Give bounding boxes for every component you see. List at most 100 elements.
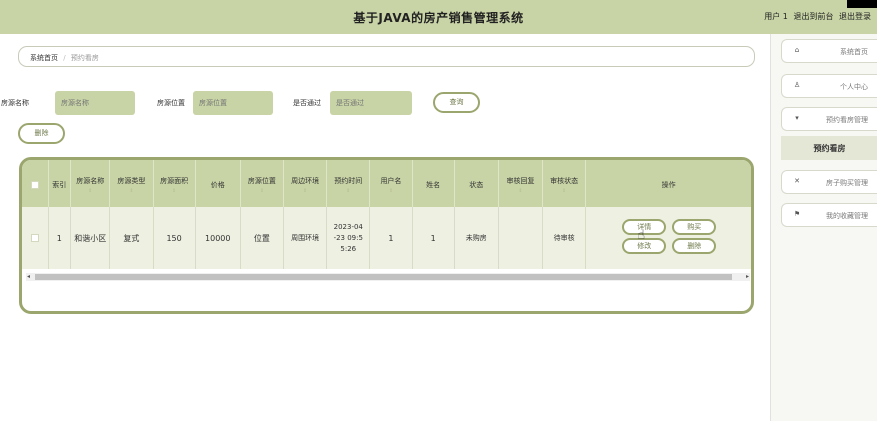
cell-review-status: 待审核 bbox=[543, 207, 587, 269]
appointment-table: 索引 房源名称 ⇕ 房源类型 ⇕ 房源面积 ⇕ 价格 房源位置 ⇕ 周边环境 ⇕… bbox=[19, 157, 754, 314]
cart-icon: ✕ bbox=[794, 177, 800, 185]
cell-status: 未购房 bbox=[455, 207, 499, 269]
table-row: 1 和谐小区 复式 150 10000 位置 周围环境 2023-04 -23 … bbox=[22, 207, 751, 269]
header-name[interactable]: 姓名 bbox=[413, 160, 455, 207]
cell-username: 1 bbox=[370, 207, 413, 269]
header-name-label: 姓名 bbox=[426, 180, 441, 189]
breadcrumb: 系统首页 / 预约看房 bbox=[18, 46, 755, 67]
header-appointment-time-label: 预约时间 bbox=[334, 176, 363, 185]
header-surroundings[interactable]: 周边环境 ⇕ bbox=[284, 160, 328, 207]
cell-house-area: 150 bbox=[154, 207, 196, 269]
scrollbar-thumb[interactable] bbox=[35, 274, 732, 280]
header-house-type[interactable]: 房源类型 ⇕ bbox=[110, 160, 154, 207]
sort-icon[interactable]: ⇕ bbox=[303, 188, 307, 194]
breadcrumb-home[interactable]: 系统首页 bbox=[30, 54, 58, 62]
header-surroundings-label: 周边环境 bbox=[291, 176, 320, 185]
sort-icon[interactable]: ⇕ bbox=[129, 188, 133, 194]
sort-icon[interactable]: ⇕ bbox=[518, 188, 522, 194]
sort-icon[interactable]: ⇕ bbox=[389, 188, 393, 194]
top-bar: 基于JAVA的房产销售管理系统 用户 1 退出到前台 退出登录 bbox=[0, 0, 877, 34]
header-username-label: 用户名 bbox=[380, 176, 402, 185]
passed-label: 是否通过 bbox=[293, 99, 321, 107]
select-all-checkbox[interactable] bbox=[30, 180, 39, 189]
sidebar-item-label: 我的收藏管理 bbox=[826, 212, 868, 220]
sidebar-subitem-appointment[interactable]: 预约看房 bbox=[781, 136, 877, 160]
header-username[interactable]: 用户名 ⇕ bbox=[370, 160, 413, 207]
table-header: 索引 房源名称 ⇕ 房源类型 ⇕ 房源面积 ⇕ 价格 房源位置 ⇕ 周边环境 ⇕… bbox=[22, 160, 751, 207]
sort-icon[interactable]: ⇕ bbox=[88, 188, 92, 194]
scroll-left-icon[interactable]: ◂ bbox=[27, 273, 30, 280]
sidebar-item-favorites-mgmt[interactable]: ⚑ 我的收藏管理 bbox=[781, 203, 877, 227]
header-price-label: 价格 bbox=[210, 180, 225, 189]
flag-icon: ⚑ bbox=[793, 210, 801, 218]
calendar-icon: ▾ bbox=[795, 114, 799, 122]
cell-house-type: 复式 bbox=[110, 207, 154, 269]
window-corner bbox=[847, 0, 877, 8]
header-review-reply[interactable]: 审核回复 ⇕ bbox=[499, 160, 544, 207]
query-button[interactable]: 查询 bbox=[433, 92, 480, 113]
sidebar-item-label: 预约看房管理 bbox=[826, 116, 868, 124]
header-index: 索引 bbox=[49, 160, 72, 207]
header-house-location-label: 房源位置 bbox=[247, 176, 276, 185]
header-operation: 操作 bbox=[586, 160, 751, 207]
header-review-status[interactable]: 审核状态 ⇕ bbox=[543, 160, 587, 207]
sidebar-item-label: 系统首页 bbox=[840, 48, 868, 56]
batch-delete-button[interactable]: 删除 bbox=[18, 123, 65, 144]
breadcrumb-current: 预约看房 bbox=[70, 54, 99, 62]
appointment-time-line-2: -23 09:5 bbox=[333, 233, 363, 242]
header-house-name-label: 房源名称 bbox=[76, 176, 105, 185]
cell-index: 1 bbox=[49, 207, 72, 269]
cell-surroundings: 周围环境 bbox=[284, 207, 328, 269]
house-location-label: 房源位置 bbox=[157, 99, 185, 107]
header-house-type-label: 房源类型 bbox=[117, 176, 146, 185]
header-status[interactable]: 状态 bbox=[455, 160, 499, 207]
header-house-area[interactable]: 房源面积 ⇕ bbox=[154, 160, 196, 207]
sidebar: ⌂ 系统首页 ♙ 个人中心 ▾ 预约看房管理 预约看房 ✕ 房子购买管理 ⚑ 我… bbox=[770, 34, 877, 421]
app-title: 基于JAVA的房产销售管理系统 bbox=[353, 11, 524, 25]
row-checkbox[interactable] bbox=[30, 234, 39, 242]
hand-cursor-icon: ☝ bbox=[637, 228, 646, 243]
search-bar: 房源名称 房源位置 是否通过 查询 bbox=[0, 89, 770, 115]
appointment-time-line-3: 5:26 bbox=[340, 244, 357, 253]
house-name-input[interactable] bbox=[55, 91, 135, 115]
user-label: 用户 1 bbox=[764, 12, 788, 21]
sort-icon[interactable]: ⇕ bbox=[562, 188, 566, 194]
horizontal-scrollbar[interactable]: ◂ ▸ bbox=[26, 273, 750, 281]
header-operation-label: 操作 bbox=[661, 180, 676, 189]
buy-button[interactable]: 购买 bbox=[672, 219, 717, 235]
passed-select[interactable] bbox=[330, 91, 412, 115]
delete-button[interactable]: 删除 bbox=[672, 238, 717, 254]
user-area: 用户 1 退出到前台 退出登录 bbox=[761, 11, 871, 22]
home-icon: ⌂ bbox=[794, 46, 800, 54]
cell-name: 1 bbox=[413, 207, 455, 269]
scroll-right-icon[interactable]: ▸ bbox=[746, 273, 749, 280]
header-house-name[interactable]: 房源名称 ⇕ bbox=[71, 160, 111, 207]
header-status-label: 状态 bbox=[469, 180, 484, 189]
logout-link[interactable]: 退出登录 bbox=[839, 12, 871, 21]
header-price[interactable]: 价格 bbox=[196, 160, 241, 207]
sidebar-item-profile[interactable]: ♙ 个人中心 bbox=[781, 74, 877, 98]
header-house-location[interactable]: 房源位置 ⇕ bbox=[241, 160, 284, 207]
header-appointment-time[interactable]: 预约时间 ⇕ bbox=[327, 160, 371, 207]
user-icon: ♙ bbox=[793, 81, 801, 89]
header-index-label: 索引 bbox=[52, 180, 67, 189]
sort-icon[interactable]: ⇕ bbox=[346, 188, 350, 194]
sidebar-item-home[interactable]: ⌂ 系统首页 bbox=[781, 39, 877, 63]
row-select-cell bbox=[22, 207, 49, 269]
main-content: 系统首页 / 预约看房 房源名称 房源位置 是否通过 查询 删除 索引 房源名称… bbox=[0, 34, 770, 421]
sidebar-item-appointment-mgmt[interactable]: ▾ 预约看房管理 bbox=[781, 107, 877, 131]
house-location-input[interactable] bbox=[193, 91, 273, 115]
cell-operation: 详情 购买 修改 删除 ☝ bbox=[586, 207, 751, 269]
house-name-label: 房源名称 bbox=[1, 99, 29, 107]
cell-review-reply bbox=[499, 207, 544, 269]
sort-icon[interactable]: ⇕ bbox=[260, 188, 264, 194]
cell-house-location: 位置 bbox=[241, 207, 284, 269]
cell-house-name: 和谐小区 bbox=[71, 207, 111, 269]
sidebar-item-label: 房子购买管理 bbox=[826, 179, 868, 187]
sidebar-item-label: 个人中心 bbox=[840, 83, 868, 91]
sort-icon[interactable]: ⇕ bbox=[172, 188, 176, 194]
sidebar-item-purchase-mgmt[interactable]: ✕ 房子购买管理 bbox=[781, 170, 877, 194]
cell-price: 10000 bbox=[196, 207, 241, 269]
cell-appointment-time: 2023-04 -23 09:5 5:26 bbox=[327, 207, 371, 269]
back-to-front-link[interactable]: 退出到前台 bbox=[793, 12, 833, 21]
